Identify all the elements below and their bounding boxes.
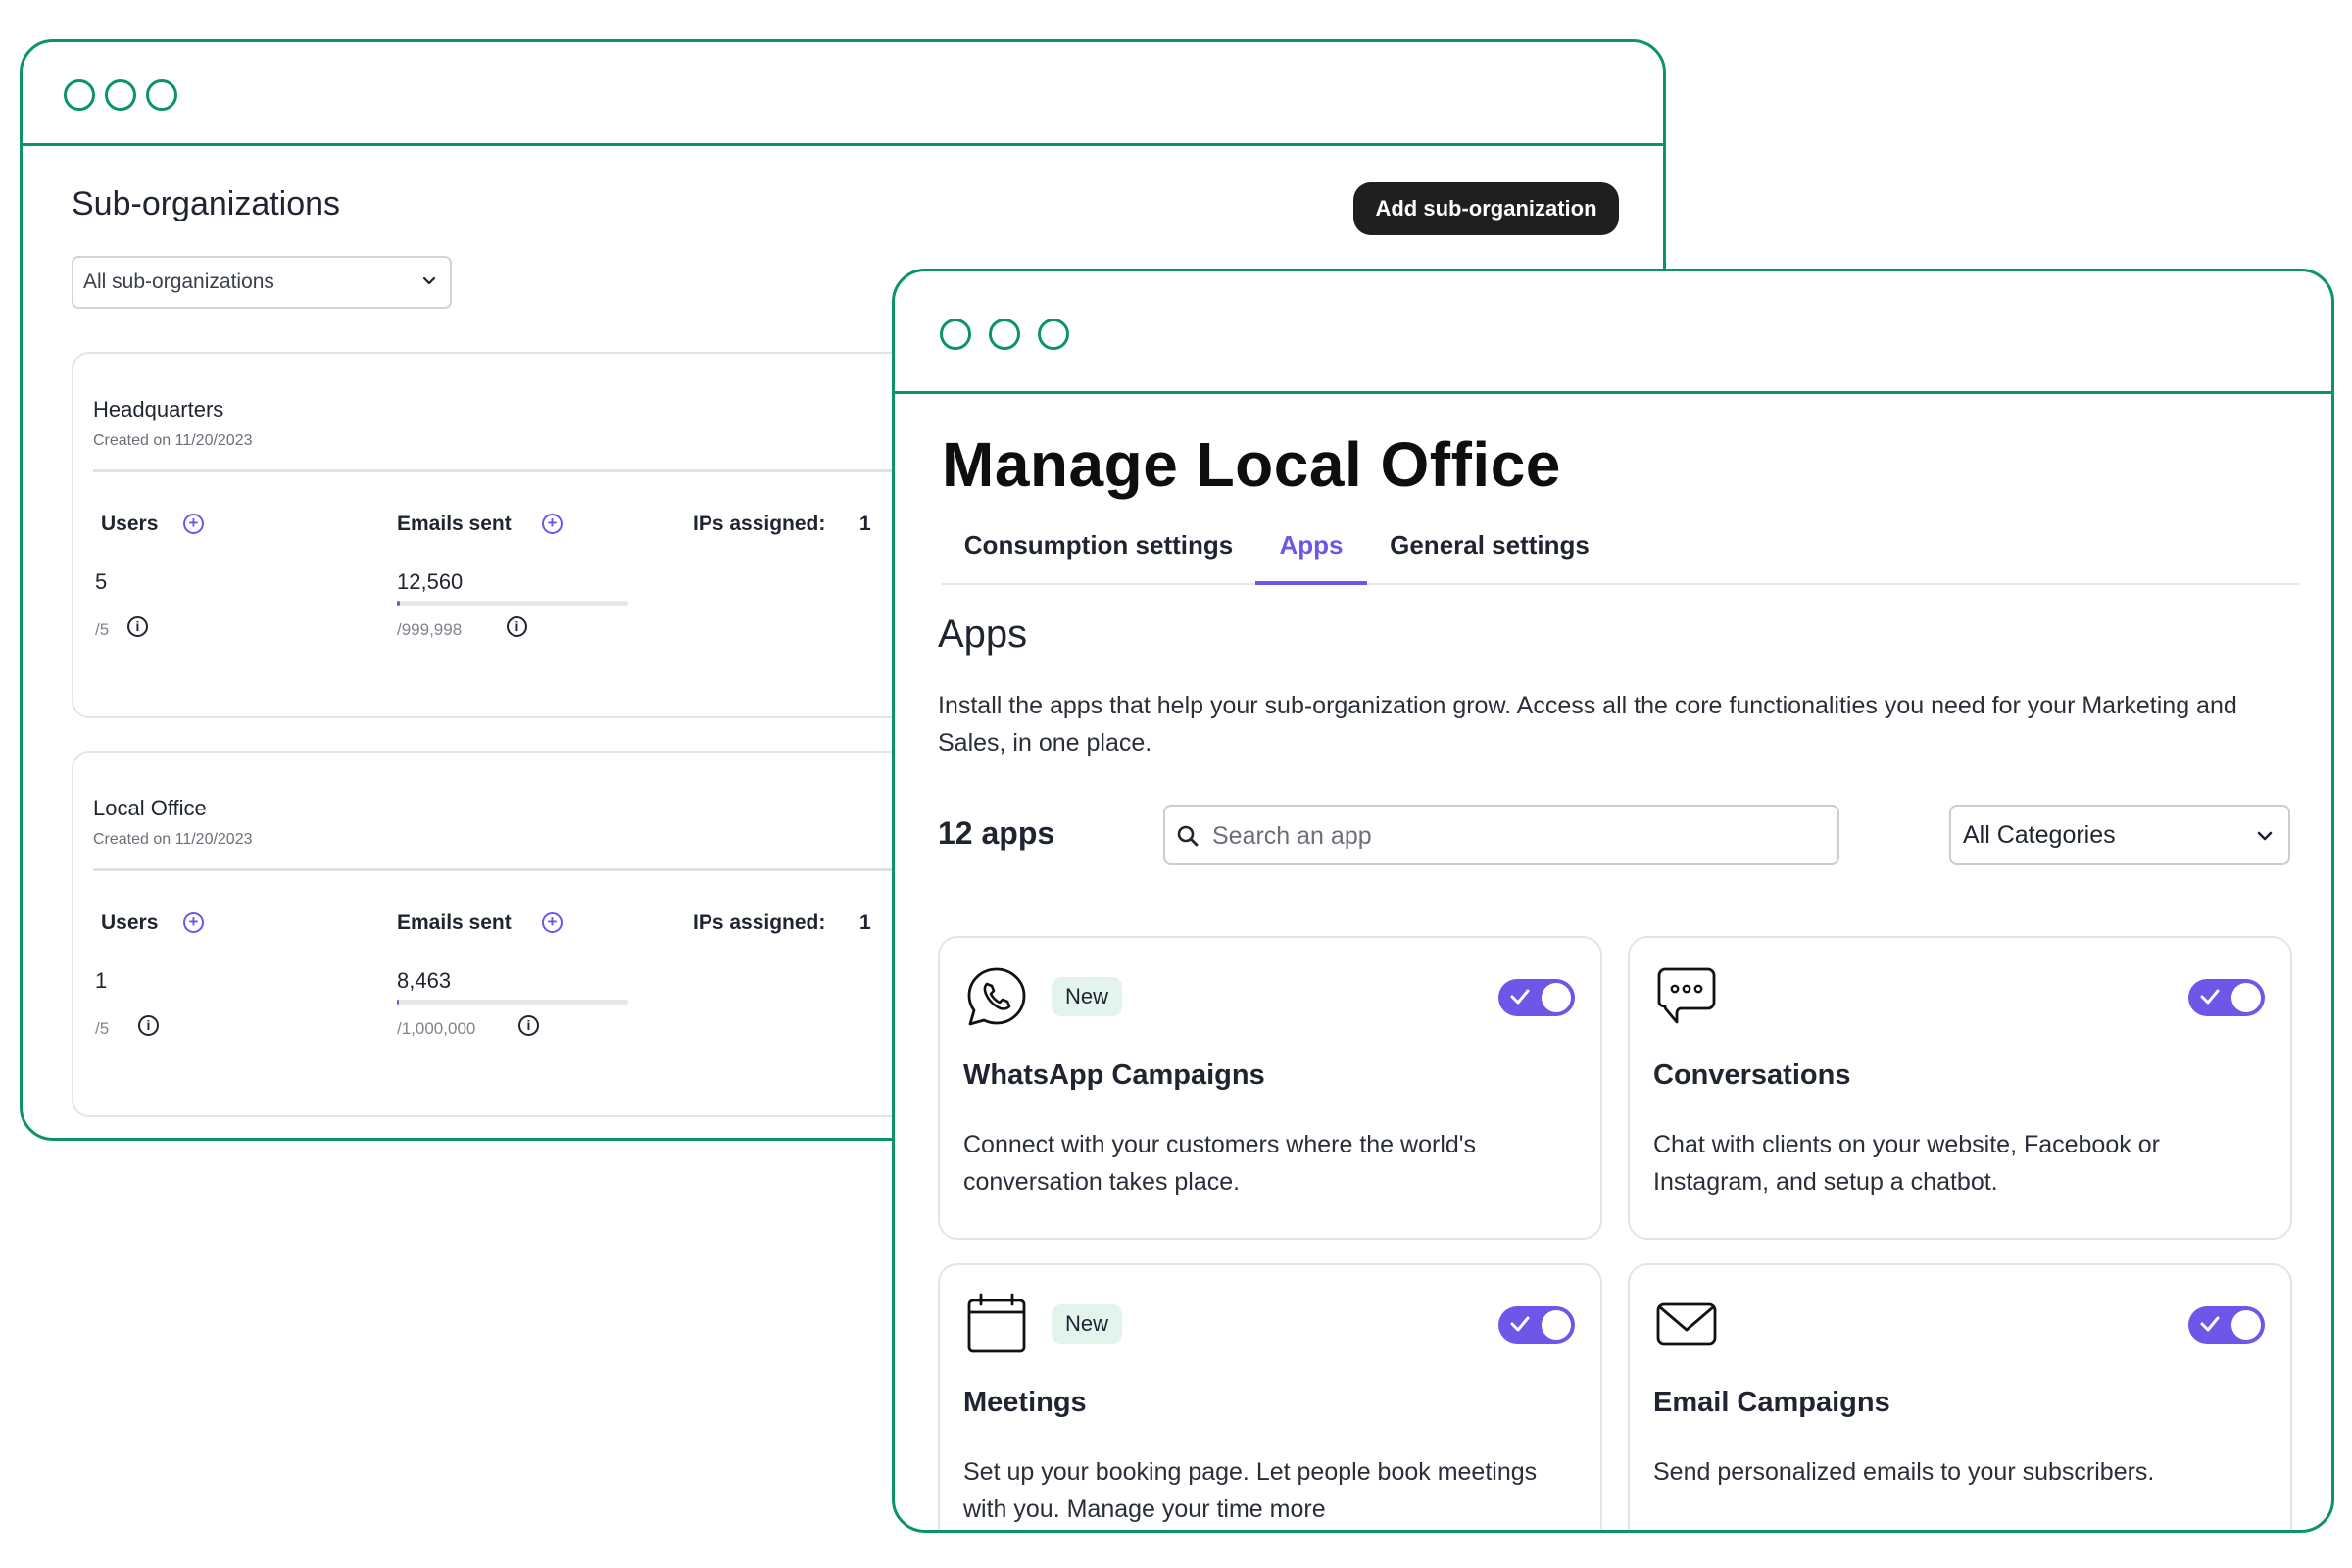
toggle-knob [2231,983,2261,1012]
info-icon[interactable]: i [518,1015,539,1036]
users-limit: /5 [95,1019,110,1038]
search-icon [1177,825,1199,847]
emails-sent-label: Emails sent [397,513,512,535]
check-icon [2200,989,2220,1004]
add-users-icon[interactable]: + [183,514,204,534]
tab-apps[interactable]: Apps [1255,524,1367,585]
suborg-filter-select[interactable]: All sub-organizations [72,256,452,309]
emails-progress-fill [397,1000,399,1004]
category-select[interactable]: All Categories [1949,805,2290,865]
app-description: Chat with clients on your website, Faceb… [1653,1131,2160,1196]
tab-general-settings[interactable]: General settings [1389,524,1591,585]
check-icon [1510,989,1530,1004]
check-icon [2200,1316,2220,1332]
check-icon [1510,1316,1530,1332]
toggle-knob [1542,983,1571,1012]
app-card-meetings[interactable]: New Meetings Set up your booking page. L… [938,1263,1602,1530]
suborg-name: Local Office [93,796,207,820]
suborg-filter-value: All sub-organizations [83,270,274,293]
emails-progress-bar [397,1000,628,1004]
window-control-close[interactable] [940,318,971,350]
ips-assigned-value: 1 [859,911,871,934]
ips-assigned-label: IPs assigned: [693,513,826,535]
app-enabled-toggle[interactable] [1498,1306,1575,1344]
info-icon[interactable]: i [127,616,148,637]
calendar-icon [967,1293,1026,1353]
emails-progress-fill [397,601,400,606]
app-search-box[interactable] [1163,805,1839,865]
toggle-knob [2231,1310,2261,1340]
add-emails-icon[interactable]: + [542,912,563,933]
app-name: Email Campaigns [1653,1387,1890,1418]
chat-bubble-icon [1657,967,1716,1024]
suborg-created-date: Created on 11/20/2023 [93,432,253,449]
suborg-created-date: Created on 11/20/2023 [93,831,253,848]
users-value: 1 [95,968,108,993]
category-select-value: All Categories [1963,820,2116,849]
page-title: Sub-organizations [72,185,341,222]
window-titlebar [23,42,1663,146]
app-description: Set up your booking page. Let people boo… [963,1458,1538,1523]
emails-limit: /999,998 [397,620,463,639]
section-description: Install the apps that help your sub-orga… [938,692,2237,757]
window-control-maximize[interactable] [1038,318,1069,350]
app-count: 12 apps [938,815,1055,851]
app-enabled-toggle[interactable] [2188,979,2265,1016]
envelope-icon [1656,1302,1717,1346]
users-value: 5 [95,569,108,594]
chevron-down-icon [422,276,436,285]
chevron-down-icon [2257,831,2273,841]
users-limit: /5 [95,620,110,639]
manage-office-window: Manage Local Office Consumption settings… [892,269,2334,1533]
new-badge: New [1052,977,1123,1016]
window-control-minimize[interactable] [105,79,136,111]
app-name: Meetings [963,1387,1087,1418]
emails-limit: /1,000,000 [397,1019,476,1038]
info-icon[interactable]: i [507,616,527,637]
ips-assigned-value: 1 [859,513,871,535]
window-control-maximize[interactable] [146,79,177,111]
app-enabled-toggle[interactable] [2188,1306,2265,1344]
app-enabled-toggle[interactable] [1498,979,1575,1016]
window-control-close[interactable] [64,79,95,111]
app-card-email-campaigns[interactable]: Email Campaigns Send personalized emails… [1628,1263,2292,1530]
info-icon[interactable]: i [138,1015,159,1036]
emails-sent-label: Emails sent [397,911,512,934]
tab-consumption-settings[interactable]: Consumption settings [961,524,1236,585]
whatsapp-icon [967,967,1026,1026]
emails-sent-value: 8,463 [397,968,452,993]
new-badge: New [1052,1304,1123,1344]
app-card-whatsapp-campaigns[interactable]: New WhatsApp Campaigns Connect with your… [938,936,1602,1240]
search-input[interactable] [1212,816,1820,856]
window-titlebar [895,271,2331,394]
add-sub-organization-button[interactable]: Add sub-organization [1353,182,1619,235]
emails-progress-bar [397,601,628,606]
app-description: Connect with your customers where the wo… [963,1131,1477,1196]
add-users-icon[interactable]: + [183,912,204,933]
app-card-conversations[interactable]: Conversations Chat with clients on your … [1628,936,2292,1240]
suborg-name: Headquarters [93,397,224,421]
section-title: Apps [938,612,1028,656]
settings-tabs: Consumption settings Apps General settin… [942,524,2300,585]
ips-assigned-label: IPs assigned: [693,911,826,934]
window-control-minimize[interactable] [989,318,1020,350]
app-name: WhatsApp Campaigns [963,1059,1265,1091]
emails-sent-value: 12,560 [397,569,464,594]
app-name: Conversations [1653,1059,1851,1091]
users-label: Users [101,911,159,934]
app-description: Send personalized emails to your subscri… [1653,1458,2155,1486]
page-title: Manage Local Office [942,429,1561,500]
toggle-knob [1542,1310,1571,1340]
users-label: Users [101,513,159,535]
add-emails-icon[interactable]: + [542,514,563,534]
